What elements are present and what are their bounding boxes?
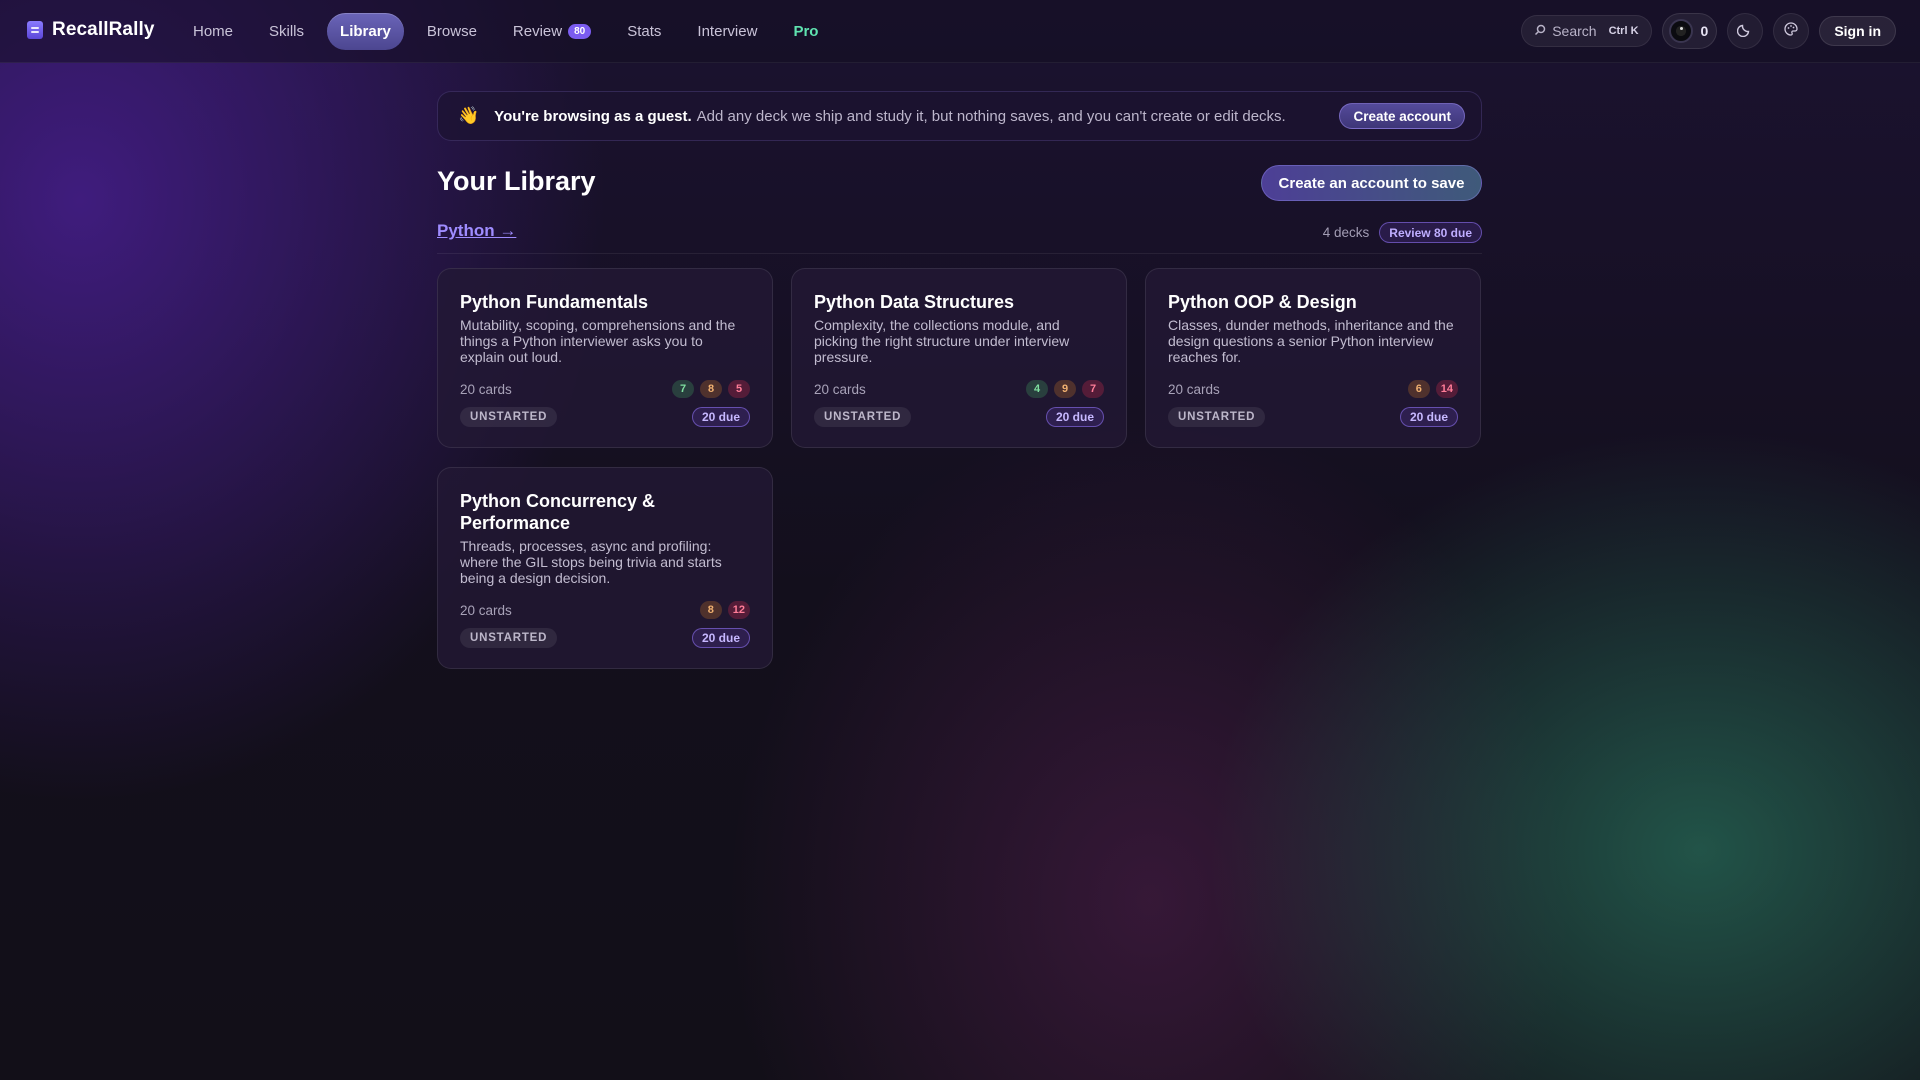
deck-card[interactable]: Python Concurrency & Performance Threads…: [437, 467, 773, 669]
brand[interactable]: RecallRally: [27, 19, 155, 41]
difficulty-badges: 4 9 7: [1026, 380, 1104, 398]
page-title: Your Library: [437, 166, 596, 196]
deck-stats-row: 20 cards 8 12: [460, 601, 750, 619]
deck-title: Python Concurrency & Performance: [460, 491, 656, 533]
deck-status-row: UNSTARTED 20 due: [460, 407, 750, 427]
deck-status-row: UNSTARTED 20 due: [460, 628, 750, 648]
deck-count: 4 decks: [1322, 225, 1370, 240]
banner-message: You're browsing as a guest. Add any deck …: [494, 108, 1286, 125]
nav-home[interactable]: Home: [180, 13, 246, 50]
search-button[interactable]: Search Ctrl K: [1521, 15, 1652, 47]
deck-due-badge[interactable]: 20 due: [1045, 407, 1104, 427]
guest-banner: 👋 You're browsing as a guest. Add any dec…: [437, 91, 1482, 141]
wave-icon: 👋: [458, 106, 480, 125]
search-label: Search: [1552, 23, 1597, 39]
easy-count-badge: 7: [672, 380, 694, 398]
difficulty-badges: 6 14: [1407, 380, 1458, 398]
difficulty-badges: 7 8 5: [672, 380, 750, 398]
nav-pro-label: Pro: [793, 23, 819, 40]
deck-description: Mutability, scoping, comprehensions and …: [460, 317, 736, 365]
nav-skills-label: Skills: [269, 23, 305, 40]
streak-icon: [1668, 19, 1693, 43]
deck-due-badge[interactable]: 20 due: [691, 628, 750, 648]
hard-count-badge: 7: [1082, 380, 1104, 398]
deck-title: Python Data Structures: [814, 292, 1015, 312]
theme-toggle-button[interactable]: [1727, 13, 1764, 49]
deck-status-badge: UNSTARTED: [460, 407, 558, 427]
deck-status-badge: UNSTARTED: [1168, 407, 1266, 427]
deck-status-row: UNSTARTED 20 due: [1168, 407, 1458, 427]
deck-card[interactable]: Python Data Structures Complexity, the c…: [791, 268, 1127, 448]
easy-count-badge: 4: [1026, 380, 1048, 398]
nav-browse-label: Browse: [426, 23, 477, 40]
deck-card-count: 20 cards: [814, 381, 866, 397]
section-meta: 4 decks Review 80 due: [1323, 222, 1482, 243]
logo-icon: [27, 21, 43, 39]
nav-pro[interactable]: Pro: [780, 13, 831, 50]
deck-title: Python OOP & Design: [1168, 292, 1357, 312]
deck-card[interactable]: Python OOP & Design Classes, dunder meth…: [1145, 268, 1481, 448]
difficulty-badges: 8 12: [699, 601, 750, 619]
create-account-button[interactable]: Create account: [1339, 103, 1465, 129]
search-icon: [1534, 23, 1546, 39]
medium-count-badge: 9: [1054, 380, 1076, 398]
brand-name: RecallRally: [52, 19, 155, 40]
deck-description: Classes, dunder methods, inheritance and…: [1168, 317, 1454, 365]
palette-button[interactable]: [1773, 13, 1810, 49]
banner-bold: You're browsing as a guest.: [494, 107, 692, 125]
hard-count-badge: 12: [727, 601, 750, 619]
section-link-python[interactable]: Python →: [437, 221, 516, 241]
create-account-to-save-button[interactable]: Create an account to save: [1261, 165, 1482, 201]
signin-label: Sign in: [1834, 23, 1881, 39]
nav-review[interactable]: Review 80: [500, 13, 604, 50]
signin-button[interactable]: Sign in: [1819, 16, 1896, 46]
top-nav: RecallRally Home Skills Library Browse R…: [0, 0, 1920, 63]
nav-links: Home Skills Library Browse Review 80 Stat…: [180, 13, 841, 50]
nav-library[interactable]: Library: [327, 13, 404, 50]
deck-status-badge: UNSTARTED: [814, 407, 912, 427]
search-shortcut: Ctrl K: [1608, 25, 1639, 37]
banner-detail: Add any deck we ship and study it, but n…: [696, 107, 1286, 125]
nav-review-label: Review: [512, 23, 563, 40]
nav-stats[interactable]: Stats: [614, 13, 674, 50]
deck-status-badge: UNSTARTED: [460, 628, 558, 648]
streak-count: 0: [1700, 23, 1709, 39]
palette-icon: [1783, 21, 1799, 42]
review-count-badge: 80: [568, 24, 592, 39]
nav-interview[interactable]: Interview: [684, 13, 770, 50]
deck-due-badge[interactable]: 20 due: [691, 407, 750, 427]
nav-browse[interactable]: Browse: [414, 13, 490, 50]
hard-count-badge: 14: [1435, 380, 1458, 398]
deck-stats-row: 20 cards 4 9 7: [814, 380, 1104, 398]
deck-title: Python Fundamentals: [460, 292, 649, 312]
deck-stats-row: 20 cards 6 14: [1168, 380, 1458, 398]
review-due-button[interactable]: Review 80 due: [1379, 222, 1482, 243]
nav-interview-label: Interview: [697, 23, 758, 40]
deck-card-count: 20 cards: [460, 602, 512, 618]
section-divider: [437, 253, 1482, 254]
deck-status-row: UNSTARTED 20 due: [814, 407, 1104, 427]
medium-count-badge: 6: [1407, 380, 1430, 398]
deck-card-count: 20 cards: [1168, 381, 1220, 397]
nav-skills[interactable]: Skills: [256, 13, 317, 50]
medium-count-badge: 8: [699, 601, 722, 619]
deck-due-badge[interactable]: 20 due: [1399, 407, 1458, 427]
deck-description: Threads, processes, async and profiling:…: [460, 538, 722, 586]
hard-count-badge: 5: [728, 380, 750, 398]
moon-icon: [1737, 21, 1753, 42]
nav-stats-label: Stats: [627, 23, 662, 40]
medium-count-badge: 8: [700, 380, 722, 398]
nav-library-label: Library: [340, 23, 391, 40]
nav-actions: Search Ctrl K 0 Sign in: [1521, 13, 1896, 49]
streak-button[interactable]: 0: [1661, 13, 1718, 49]
deck-stats-row: 20 cards 7 8 5: [460, 380, 750, 398]
nav-home-label: Home: [193, 23, 234, 40]
deck-description: Complexity, the collections module, and …: [814, 317, 1070, 365]
deck-card[interactable]: Python Fundamentals Mutability, scoping,…: [437, 268, 773, 448]
deck-card-count: 20 cards: [460, 381, 512, 397]
